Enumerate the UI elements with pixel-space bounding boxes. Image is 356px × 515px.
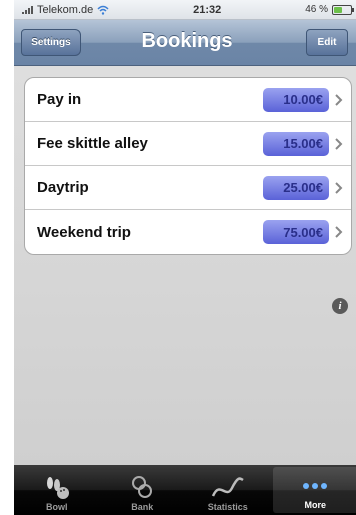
carrier-name: Telekom.de [37, 3, 94, 16]
tab-more[interactable]: More [272, 467, 356, 513]
chevron-right-icon [335, 226, 343, 238]
status-time: 21:32 [193, 3, 222, 16]
bowling-pins-icon [46, 477, 69, 499]
phone-screen: Telekom.de 21:32 46 % Settings Bookings … [14, 0, 356, 515]
edit-button[interactable]: Edit [306, 29, 348, 56]
tab-bank[interactable]: Bank [100, 465, 186, 515]
amount-badge: 15.00€ [263, 131, 329, 156]
chevron-right-icon [335, 93, 343, 106]
amount-badge: 75.00€ [263, 220, 329, 244]
tab-statistics[interactable]: Statistics [185, 465, 271, 515]
tab-label: Bank [131, 502, 154, 512]
booking-label: Weekend trip [37, 223, 131, 241]
list-item[interactable]: Daytrip 25.00€ [25, 166, 351, 210]
wifi-icon [97, 5, 109, 15]
status-right: 46 % [305, 4, 354, 15]
tab-label: More [304, 500, 326, 510]
chevron-right-icon [335, 181, 343, 194]
amount-badge: 25.00€ [263, 175, 329, 200]
chevron-right-icon [335, 137, 343, 150]
more-dots-icon [303, 483, 328, 489]
tab-label: Statistics [207, 502, 248, 512]
battery-percent: 46 % [305, 4, 328, 15]
signal-strength-icon [22, 5, 33, 14]
bookings-content: Pay in 10.00€ Fee skittle alley 15.00€ D… [14, 66, 356, 465]
tab-label: Bowl [46, 502, 68, 512]
tab-bar: Bowl Bank Statistics More [14, 465, 356, 515]
amount-badge: 10.00€ [263, 87, 329, 112]
battery-icon [331, 4, 354, 15]
navigation-bar: Settings Bookings Edit [14, 20, 356, 66]
list-item[interactable]: Fee skittle alley 15.00€ [25, 122, 351, 166]
statistics-curve-icon [211, 477, 244, 497]
page-title: Bookings [141, 30, 233, 52]
tab-bowl[interactable]: Bowl [14, 465, 100, 515]
status-bar: Telekom.de 21:32 46 % [14, 0, 356, 20]
list-item[interactable]: Pay in 10.00€ [25, 78, 351, 122]
booking-label: Pay in [37, 91, 82, 108]
booking-label: Fee skittle alley [37, 135, 148, 152]
bookings-list: Pay in 10.00€ Fee skittle alley 15.00€ D… [24, 77, 352, 255]
list-item[interactable]: Weekend trip 75.00€ [25, 210, 351, 254]
info-icon[interactable]: i [332, 298, 348, 314]
booking-label: Daytrip [37, 179, 89, 196]
status-left: Telekom.de [22, 4, 109, 16]
coins-icon [132, 476, 153, 498]
